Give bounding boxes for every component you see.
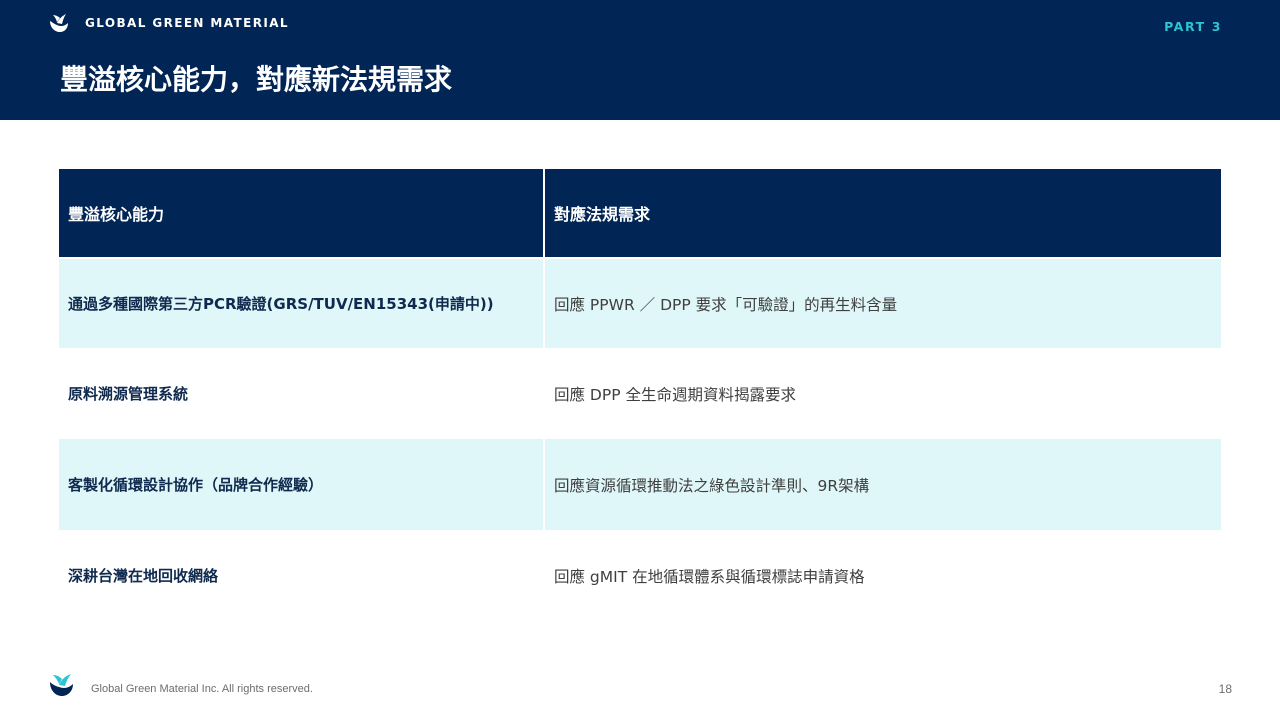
table-row-requirement: 回應 gMIT 在地循環體系與循環標誌申請資格 [554, 567, 865, 586]
table-row-capability: 深耕台灣在地回收網絡 [59, 530, 545, 621]
part-label: PART 3 [1164, 19, 1222, 34]
table-header-capability: 豐溢核心能力 [59, 169, 545, 257]
footer-logo-icon [50, 674, 73, 696]
table-row-capability: 客製化循環設計協作（品牌合作經驗） [59, 439, 545, 530]
footer-copyright: Global Green Material Inc. All rights re… [91, 683, 313, 695]
brand-logo-icon [50, 14, 68, 32]
table-header-requirement: 對應法規需求 [545, 169, 1221, 257]
brand-name: GLOBAL GREEN MATERIAL [85, 16, 289, 30]
table-row-requirement: 回應資源循環推動法之綠色設計準則、9R架構 [545, 439, 1221, 530]
table-row-capability: 原料溯源管理系統 [59, 348, 545, 439]
capability-table: 豐溢核心能力 對應法規需求 通過多種國際第三方PCR驗證(GRS/TUV/EN1… [59, 169, 1221, 621]
page-number: 18 [1218, 682, 1232, 696]
table-row-requirement: 回應 PPWR ／ DPP 要求「可驗證」的再生料含量 [545, 257, 1221, 348]
brand: GLOBAL GREEN MATERIAL [48, 12, 289, 34]
page-title: 豐溢核心能力，對應新法規需求 [60, 63, 453, 96]
header-bar: GLOBAL GREEN MATERIAL PART 3 豐溢核心能力，對應新法… [0, 0, 1280, 120]
table-row-capability: 通過多種國際第三方PCR驗證(GRS/TUV/EN15343(申請中)) [59, 257, 545, 348]
table-row-requirement: 回應 DPP 全生命週期資料揭露要求 [554, 385, 796, 404]
